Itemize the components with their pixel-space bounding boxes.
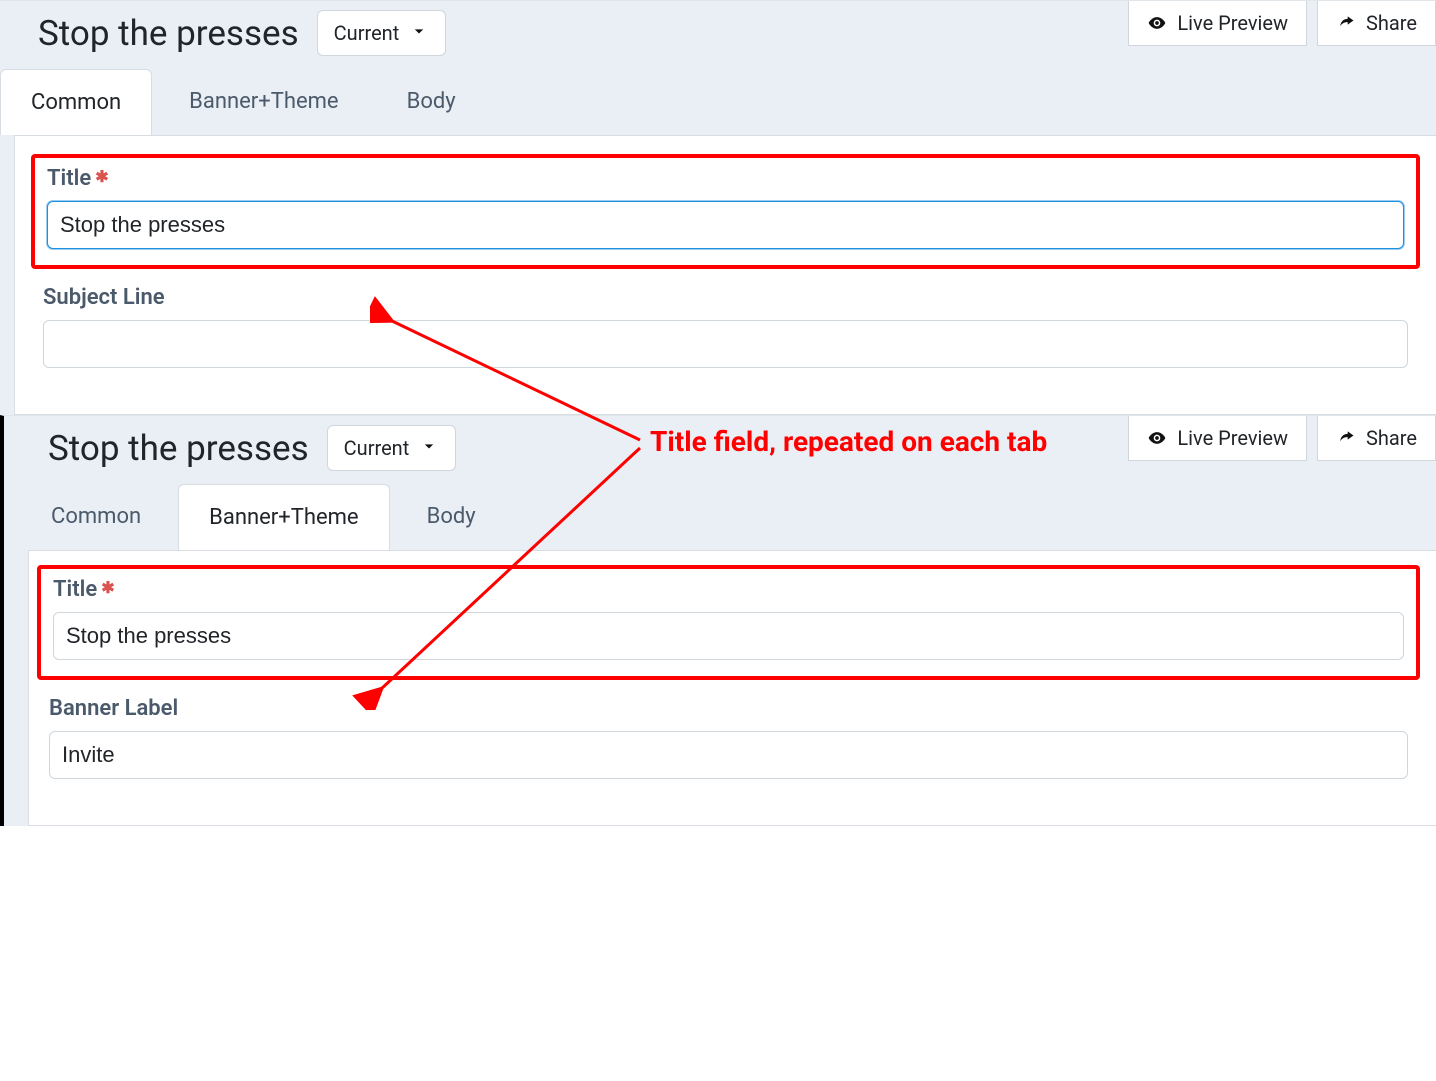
version-dropdown[interactable]: Current (327, 425, 457, 471)
tabs: Common Banner+Theme Body (0, 65, 1436, 135)
banner-label-input[interactable] (49, 731, 1408, 779)
live-preview-button[interactable]: Live Preview (1128, 1, 1307, 46)
tab-body[interactable]: Body (396, 483, 507, 549)
share-label: Share (1366, 11, 1417, 35)
tabs: Common Banner+Theme Body (4, 480, 1436, 550)
tab-common[interactable]: Common (20, 483, 172, 549)
form-body: Title✱ Subject Line (14, 135, 1436, 415)
page-title: Stop the presses (38, 13, 299, 54)
header-actions: Live Preview Share (1128, 1, 1436, 46)
form-body: Title✱ Banner Label (28, 550, 1436, 826)
title-input[interactable] (47, 201, 1404, 249)
tab-common[interactable]: Common (0, 69, 152, 135)
eye-icon (1147, 13, 1167, 33)
eye-icon (1147, 428, 1167, 448)
version-dropdown-label: Current (344, 436, 410, 460)
share-button[interactable]: Share (1317, 416, 1436, 461)
share-button[interactable]: Share (1317, 1, 1436, 46)
live-preview-label: Live Preview (1177, 11, 1288, 35)
subject-line-field: Subject Line (31, 285, 1420, 368)
chevron-down-icon (409, 21, 429, 45)
share-icon (1336, 428, 1356, 448)
share-label: Share (1366, 426, 1417, 450)
title-field: Title✱ (47, 166, 1404, 249)
version-dropdown[interactable]: Current (317, 10, 447, 56)
title-input[interactable] (53, 612, 1404, 660)
title-field: Title✱ (53, 577, 1404, 660)
live-preview-label: Live Preview (1177, 426, 1288, 450)
required-asterisk: ✱ (101, 578, 114, 597)
tab-body[interactable]: Body (376, 68, 487, 134)
chevron-down-icon (419, 436, 439, 460)
page-title: Stop the presses (48, 428, 309, 469)
title-label: Title✱ (53, 577, 1404, 602)
required-asterisk: ✱ (95, 167, 108, 186)
subject-line-label: Subject Line (43, 285, 1408, 310)
tab-banner-theme[interactable]: Banner+Theme (178, 484, 389, 550)
annotation-text: Title field, repeated on each tab (650, 425, 1047, 458)
share-icon (1336, 13, 1356, 33)
editor-panel-top: Stop the presses Current Live Preview (0, 0, 1436, 415)
banner-label-field: Banner Label (37, 696, 1420, 779)
live-preview-button[interactable]: Live Preview (1128, 416, 1307, 461)
page-header: Stop the presses Current Live Preview (0, 1, 1436, 65)
tab-banner-theme[interactable]: Banner+Theme (158, 68, 369, 134)
subject-line-input[interactable] (43, 320, 1408, 368)
banner-label-label: Banner Label (49, 696, 1408, 721)
annotation-highlight-top: Title✱ (31, 154, 1420, 269)
header-actions: Live Preview Share (1128, 416, 1436, 461)
annotation-highlight-bottom: Title✱ (37, 565, 1420, 680)
title-label: Title✱ (47, 166, 1404, 191)
editor-panel-bottom: Stop the presses Current Live Preview (0, 415, 1436, 826)
version-dropdown-label: Current (334, 21, 400, 45)
